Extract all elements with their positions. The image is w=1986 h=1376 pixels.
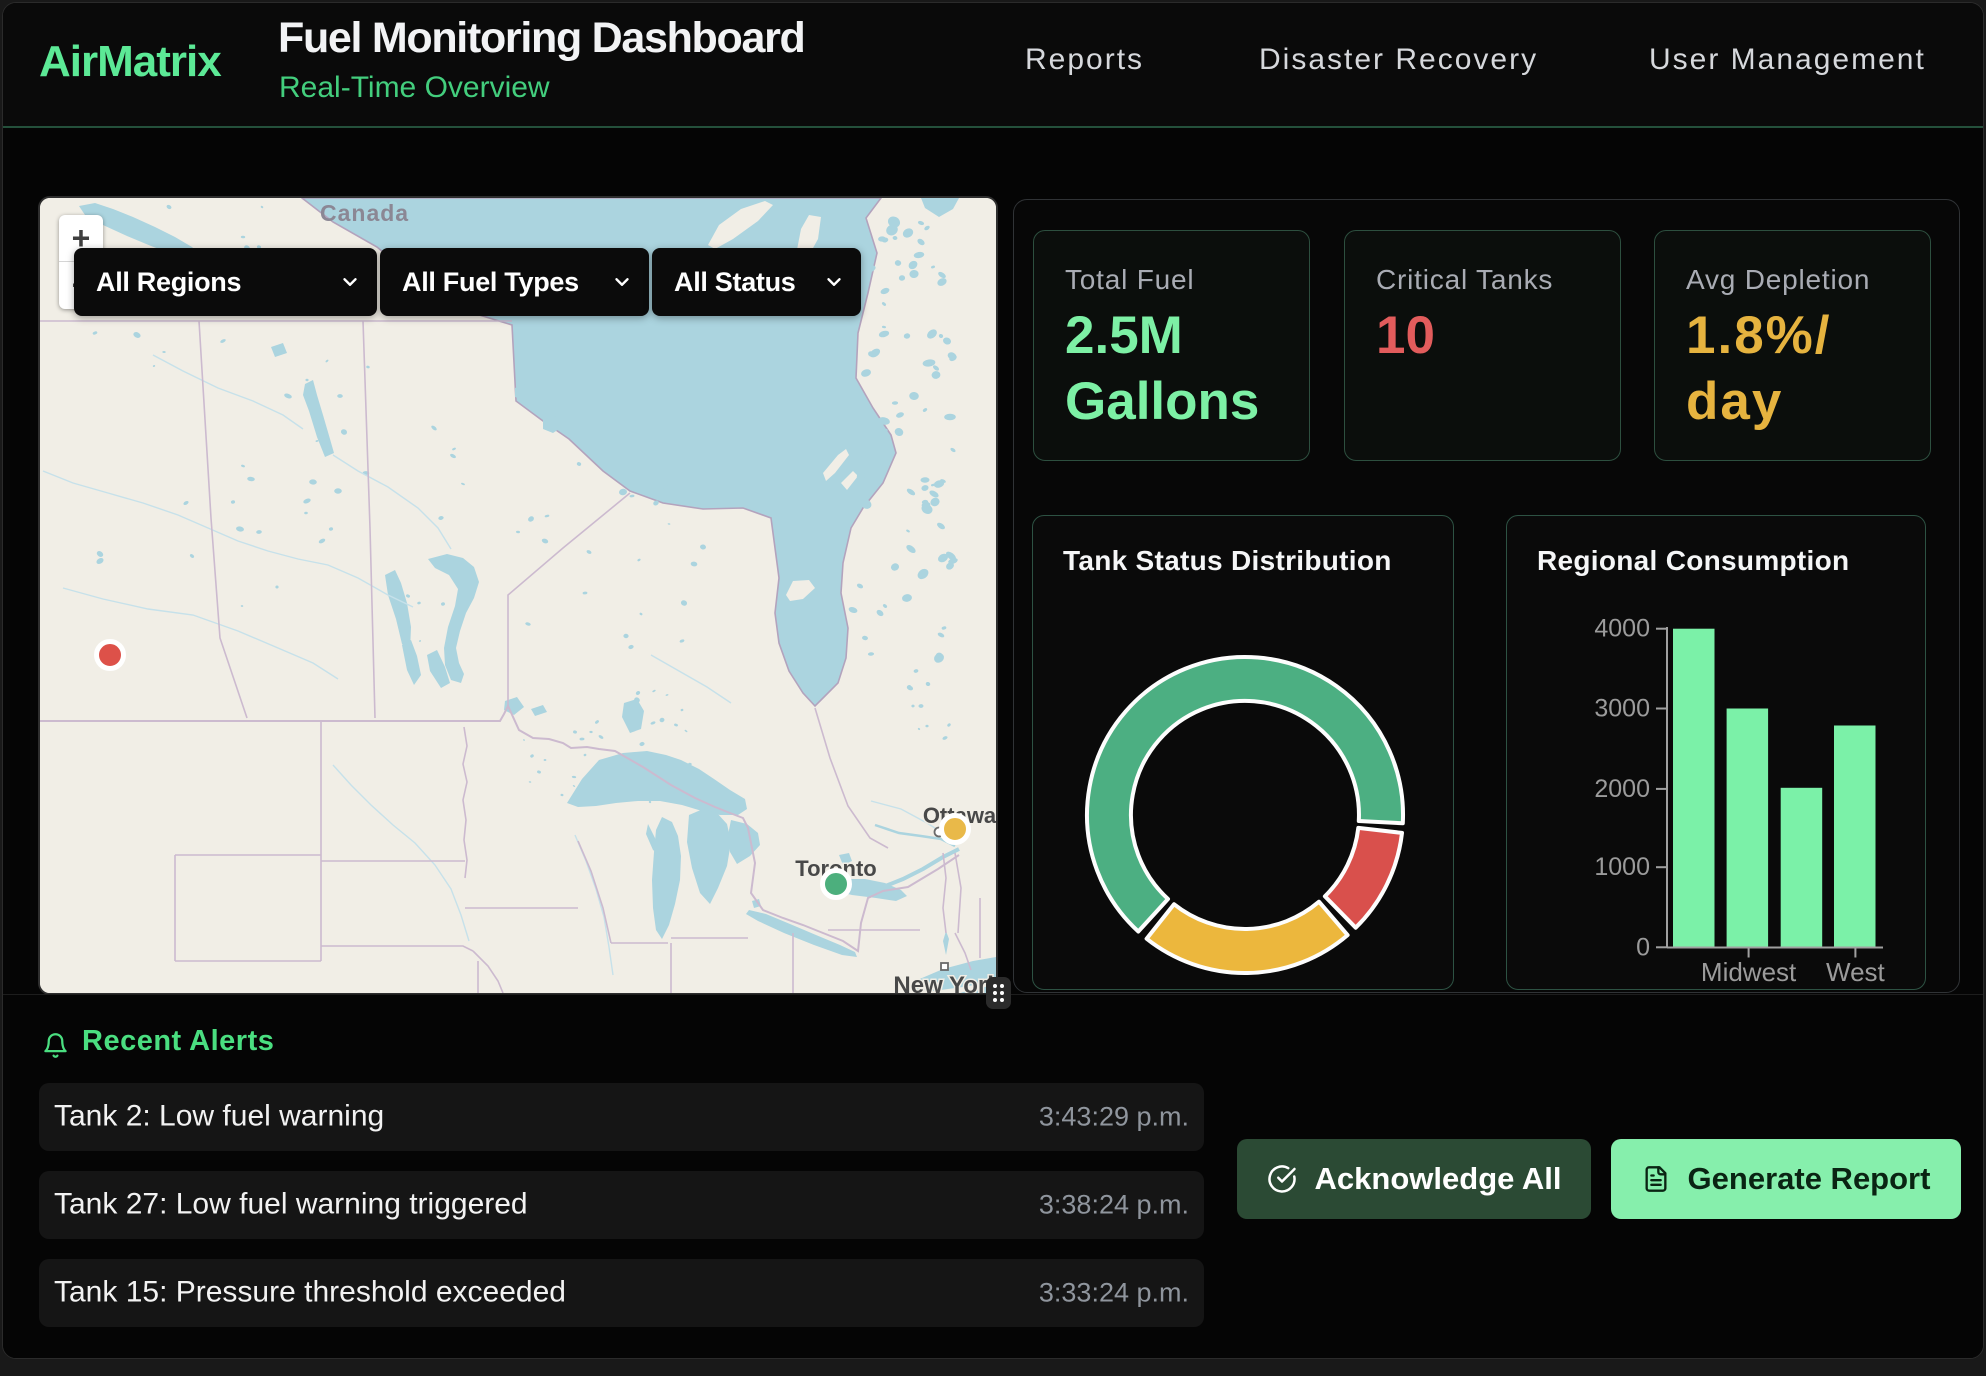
svg-text:1000: 1000 [1594, 853, 1650, 881]
svg-text:Midwest: Midwest [1701, 957, 1797, 987]
svg-text:3000: 3000 [1594, 695, 1650, 723]
svg-text:West: West [1826, 957, 1886, 987]
svg-text:Canada: Canada [320, 200, 409, 226]
svg-text:0: 0 [1636, 933, 1650, 961]
svg-text:New York: New York [893, 972, 996, 993]
svg-text:4000: 4000 [1594, 615, 1650, 643]
svg-text:2000: 2000 [1594, 775, 1650, 803]
